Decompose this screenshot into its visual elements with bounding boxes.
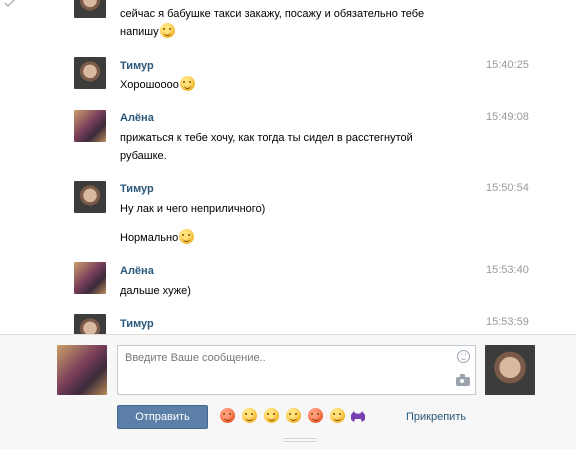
smile-icon[interactable]	[242, 408, 257, 423]
send-button[interactable]: Отправить	[117, 405, 208, 429]
message-time[interactable]: 15:53:59	[486, 316, 529, 328]
message-placeholder: Введите Ваше сообщение..	[125, 352, 266, 364]
author-name[interactable]: Тимур	[120, 183, 154, 195]
angry-icon[interactable]	[308, 408, 323, 423]
message-line: Хорошоооо	[120, 79, 179, 91]
author-name[interactable]: Алёна	[120, 265, 154, 277]
grin-emoji-icon	[179, 229, 195, 244]
message-input[interactable]: Введите Ваше сообщение..	[117, 345, 476, 395]
message-history[interactable]: сейчас я бабушке такси закажу, посажу и …	[0, 0, 576, 334]
message-line: прижаться к тебе хочу, как тогда ты сиде…	[120, 132, 413, 144]
message-text: Ну лак и чего неприличного)	[120, 200, 265, 218]
message-text: прижаться к тебе хочу, как тогда ты сиде…	[120, 129, 413, 165]
avatar-timur[interactable]	[74, 181, 106, 213]
neutral-icon[interactable]	[264, 408, 279, 423]
smile-icon[interactable]	[457, 350, 470, 363]
message-composer: Введите Ваше сообщение.. Отправить Прикр…	[0, 334, 576, 449]
attach-link[interactable]: Прикрепить	[406, 411, 466, 423]
smile-emoji-icon	[159, 23, 175, 38]
avatar-alena[interactable]	[74, 110, 106, 142]
cold-sweat-icon[interactable]	[286, 408, 301, 423]
author-name[interactable]: Тимур	[120, 318, 154, 330]
message-text: дальше хуже)	[120, 282, 191, 300]
message-line: сейчас я бабушке такси закажу, посажу и …	[120, 8, 425, 20]
content-emoji-icon	[179, 76, 195, 91]
message-time[interactable]: 15:50:54	[486, 182, 529, 194]
message-text: сейчас я бабушке такси закажу, посажу и …	[120, 5, 424, 41]
resize-grip[interactable]	[283, 438, 317, 444]
avatar-alena[interactable]	[74, 262, 106, 294]
message-line: Ну лак и чего неприличного)	[120, 203, 266, 215]
message-line: дальше хуже)	[120, 285, 191, 297]
message-text: Нормально	[120, 229, 195, 247]
message-time[interactable]: 15:40:25	[486, 59, 529, 71]
kiss-icon[interactable]	[330, 408, 345, 423]
space-invader-icon[interactable]	[351, 411, 365, 422]
partner-avatar[interactable]	[485, 345, 535, 395]
avatar-timur[interactable]	[74, 57, 106, 89]
checkmark-icon	[4, 0, 16, 7]
message-line: рубашке.	[120, 150, 167, 162]
author-name[interactable]: Алёна	[120, 112, 154, 124]
message-line: напишу	[120, 26, 159, 38]
avatar-timur[interactable]	[74, 314, 106, 334]
message-line: Нормально	[120, 232, 179, 244]
quick-emoji-bar	[219, 408, 365, 424]
message-time[interactable]: 15:49:08	[486, 111, 529, 123]
camera-icon[interactable]	[456, 374, 470, 386]
avatar-timur[interactable]	[74, 0, 106, 18]
author-name[interactable]: Тимур	[120, 60, 154, 72]
my-avatar[interactable]	[57, 345, 107, 395]
message-time[interactable]: 15:53:40	[486, 264, 529, 276]
surprised-icon[interactable]	[220, 408, 235, 423]
message-text: Хорошоооо	[120, 76, 195, 94]
